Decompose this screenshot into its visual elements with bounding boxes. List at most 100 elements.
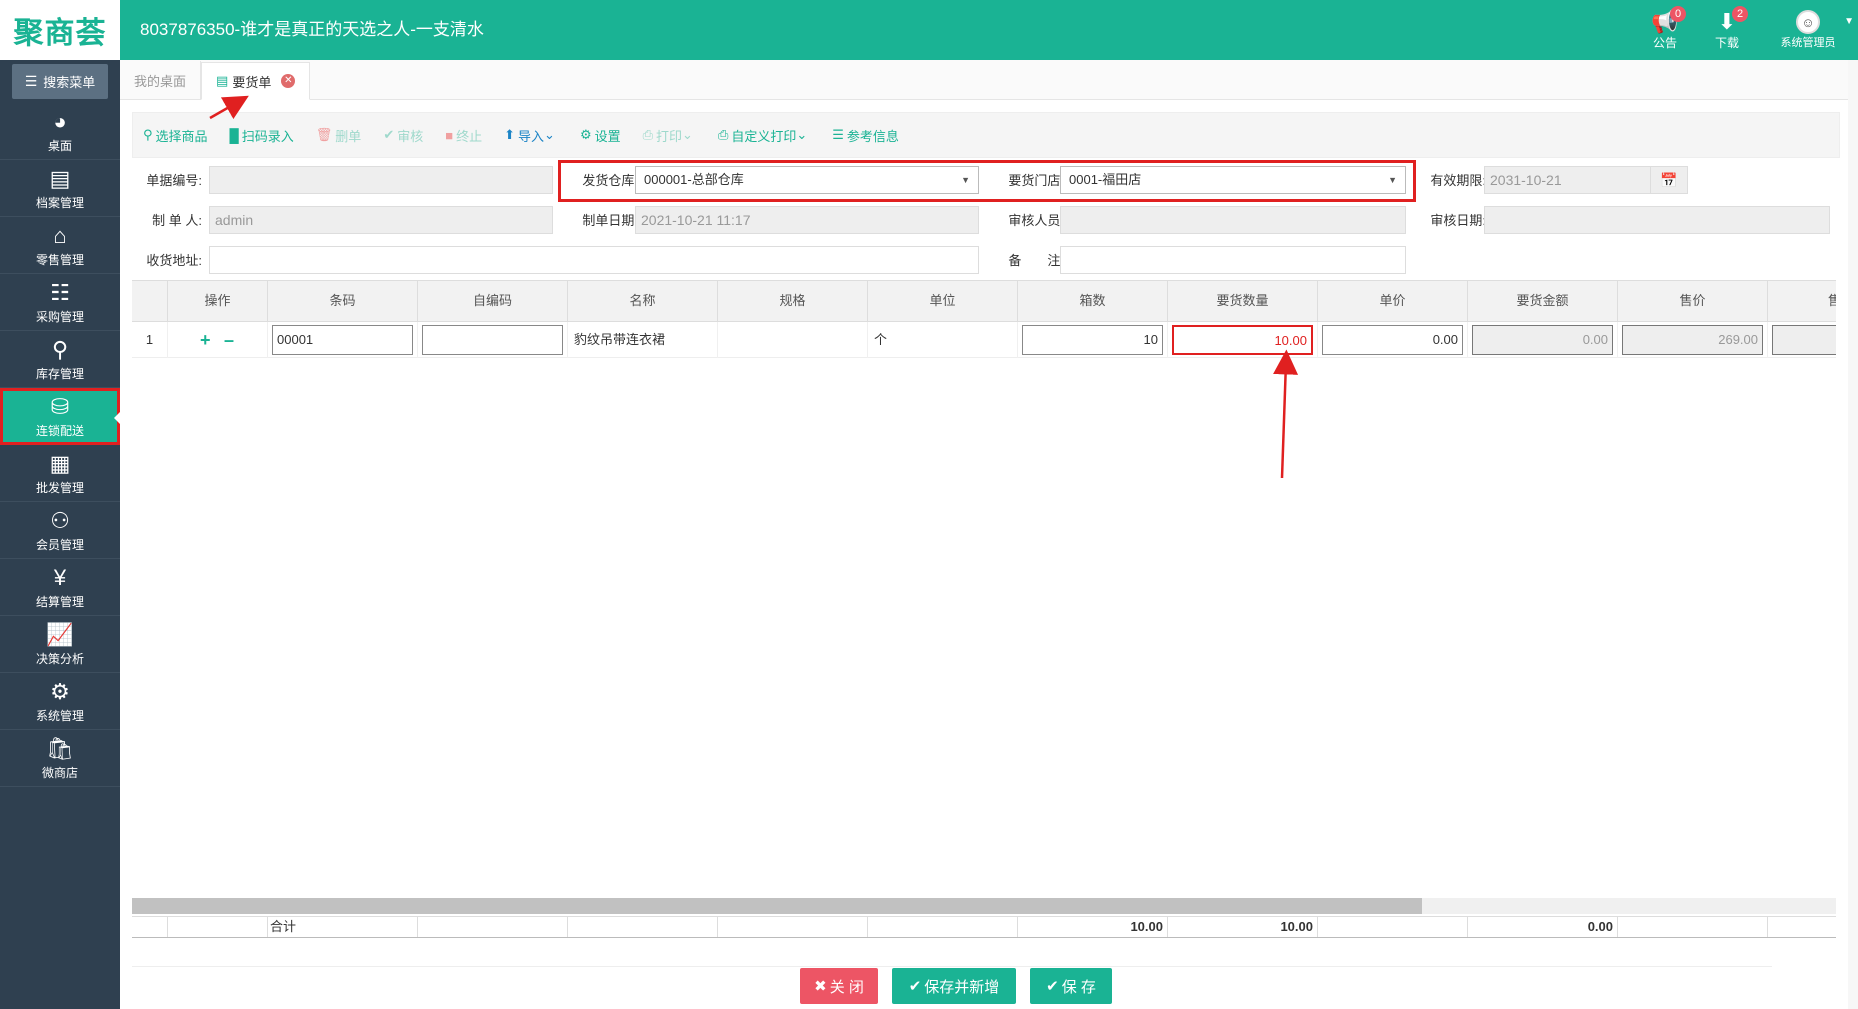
print-button[interactable]: ⎙ 打印 ⌄ (643, 126, 696, 145)
check-icon: ✔ (908, 978, 922, 995)
delete-button[interactable]: 🗑 删单 (316, 126, 362, 145)
row-amount-cell: 0.00 (1468, 322, 1618, 358)
row-sale-price-cell: 269.00 (1618, 322, 1768, 358)
stop-icon: ■ (445, 127, 454, 143)
col-name: 名称 (568, 281, 718, 321)
sidebar-item-inventory[interactable]: ⚲ 库存管理 (0, 331, 120, 388)
address-field[interactable] (209, 246, 979, 274)
sidebar-item-label: 档案管理 (35, 195, 84, 210)
form-row-1: 单据编号: 发货仓库: 000001-总部仓库 ▼ 要货门店: 0001-福田店… (132, 166, 1840, 196)
reference-info-button[interactable]: ☰ 参考信息 (832, 126, 899, 145)
top-header: 聚商荟 8037876350-谁才是真正的天选之人-一支清水 📢 公告 0 ⬇ … (0, 0, 1858, 60)
valid-date-field[interactable]: 2031-10-21 (1484, 166, 1652, 194)
tab-requisition[interactable]: ▤ 要货单 ✕ (201, 62, 311, 100)
save-and-new-button[interactable]: ✔ 保存并新增 (892, 968, 1016, 1004)
maker-label: 制 单 人: (152, 213, 202, 228)
printer-icon: ⎙ (717, 127, 729, 142)
tab-my-desktop[interactable]: 我的桌面 (120, 61, 202, 99)
footer-amount-total: 0.00 (1468, 917, 1618, 937)
scan-entry-label: 扫码录入 (241, 128, 294, 144)
sidebar-item-desktop[interactable]: ◕ 桌面 (0, 103, 120, 160)
barcode-input[interactable]: 00001 (272, 325, 413, 355)
settings-button[interactable]: ⚙ 设置 (580, 126, 621, 145)
make-date-label: 制单日期: (582, 213, 638, 228)
download-badge: 2 (1732, 6, 1748, 22)
member-icon: ⚇ (50, 507, 70, 533)
check-icon: ✔ (1046, 978, 1059, 995)
select-goods-button[interactable]: ⚲ 选择商品 (143, 126, 208, 145)
search-menu-label: 搜索菜单 (43, 75, 96, 90)
list-icon: ☰ (832, 127, 844, 142)
sidebar-item-micro-shop[interactable]: 🛍 微商店 (0, 730, 120, 787)
download-button[interactable]: ⬇ 下载 2 (1696, 0, 1758, 60)
divider (132, 966, 1772, 967)
audit-button[interactable]: ✔ 审核 (383, 126, 423, 145)
settlement-icon: ¥ (53, 564, 67, 590)
sidebar-item-retail[interactable]: ⌂ 零售管理 (0, 217, 120, 274)
col-qty: 要货数量 (1168, 281, 1318, 321)
sidebar-item-label: 连锁配送 (35, 423, 84, 438)
warehouse-select[interactable]: 000001-总部仓库 ▼ (635, 166, 979, 194)
download-label: 下载 (1714, 35, 1739, 50)
remark-field[interactable] (1060, 246, 1406, 274)
custom-print-button[interactable]: ⎙ 自定义打印 ⌄ (718, 126, 810, 145)
footer-cell (168, 917, 268, 937)
store-select[interactable]: 0001-福田店 ▼ (1060, 166, 1406, 194)
search-icon: ⚲ (143, 127, 153, 142)
sidebar-item-label: 系统管理 (35, 708, 84, 723)
search-menu-button[interactable]: ☰ 搜索菜单 (12, 64, 108, 99)
footer-cell (132, 917, 168, 937)
cart-icon: ☷ (50, 279, 70, 305)
scan-entry-button[interactable]: █ 扫码录入 (230, 126, 294, 145)
calendar-icon[interactable]: 📅 (1650, 166, 1688, 194)
add-row-icon[interactable]: + (200, 322, 211, 358)
store-value: 0001-福田店 (1069, 172, 1142, 187)
sidebar-item-archive[interactable]: ▤ 档案管理 (0, 160, 120, 217)
close-button[interactable]: ✖ 关 闭 (800, 968, 878, 1004)
close-x-icon: ✖ (814, 978, 827, 995)
table-row: 1 + – 00001 豹纹吊带连衣裙 个 10 10.00 0.00 0.00… (132, 322, 1836, 358)
chevron-down-icon: ⌄ (796, 127, 808, 142)
import-button[interactable]: ⬆ 导入 ⌄ (504, 126, 558, 145)
chevron-down-icon: ▼ (1388, 175, 1397, 185)
search-list-icon: ☰ (24, 73, 38, 89)
col-sale-price: 售价 (1618, 281, 1768, 321)
close-icon[interactable]: ✕ (281, 74, 296, 88)
boxes-input[interactable]: 10 (1022, 325, 1163, 355)
horizontal-scrollbar[interactable] (132, 898, 1836, 914)
sidebar-item-chain-delivery[interactable]: ⛁ 连锁配送 (0, 388, 120, 445)
store-icon: ⌂ (53, 222, 67, 248)
sidebar-item-label: 桌面 (47, 138, 72, 153)
sidebar-item-analysis[interactable]: 📈 决策分析 (0, 616, 120, 673)
goods-grid: 操作 条码 自编码 名称 规格 单位 箱数 要货数量 单价 要货金额 售价 售 … (132, 280, 1836, 940)
qty-input[interactable]: 10.00 (1172, 325, 1313, 355)
user-label: 系统管理员 (1780, 37, 1836, 49)
warehouse-label: 发货仓库: (582, 173, 638, 188)
save-button[interactable]: ✔ 保 存 (1030, 968, 1112, 1004)
sidebar-item-member[interactable]: ⚇ 会员管理 (0, 502, 120, 559)
upload-icon: ⬆ (504, 127, 516, 142)
grid-header: 操作 条码 自编码 名称 规格 单位 箱数 要货数量 单价 要货金额 售价 售 (132, 280, 1836, 322)
sidebar-item-label: 会员管理 (35, 537, 84, 552)
footer-boxes-total: 10.00 (1018, 917, 1168, 937)
sale-price-field: 269.00 (1622, 325, 1763, 355)
notice-button[interactable]: 📢 公告 0 (1634, 0, 1696, 60)
footer-cell (1618, 917, 1768, 937)
sidebar-item-wholesale[interactable]: ▦ 批发管理 (0, 445, 120, 502)
self-code-input[interactable] (422, 325, 563, 355)
col-unit: 单位 (868, 281, 1018, 321)
doc-no-field (209, 166, 553, 194)
sidebar-item-system[interactable]: ⚙ 系统管理 (0, 673, 120, 730)
sidebar-item-label: 批发管理 (35, 480, 84, 495)
avatar: ☺ (1796, 10, 1820, 34)
terminate-button[interactable]: ■ 终止 (445, 126, 482, 145)
scrollbar-thumb[interactable] (132, 898, 1422, 914)
row-barcode-cell: 00001 (268, 322, 418, 358)
sidebar-item-purchase[interactable]: ☷ 采购管理 (0, 274, 120, 331)
remove-row-icon[interactable]: – (224, 322, 234, 358)
row-more-cell (1768, 322, 1836, 358)
sidebar-item-label: 库存管理 (35, 366, 84, 381)
price-input[interactable]: 0.00 (1322, 325, 1463, 355)
sidebar-item-settlement[interactable]: ¥ 结算管理 (0, 559, 120, 616)
user-menu[interactable]: ☺ 系统管理员 ▼ (1758, 0, 1858, 60)
